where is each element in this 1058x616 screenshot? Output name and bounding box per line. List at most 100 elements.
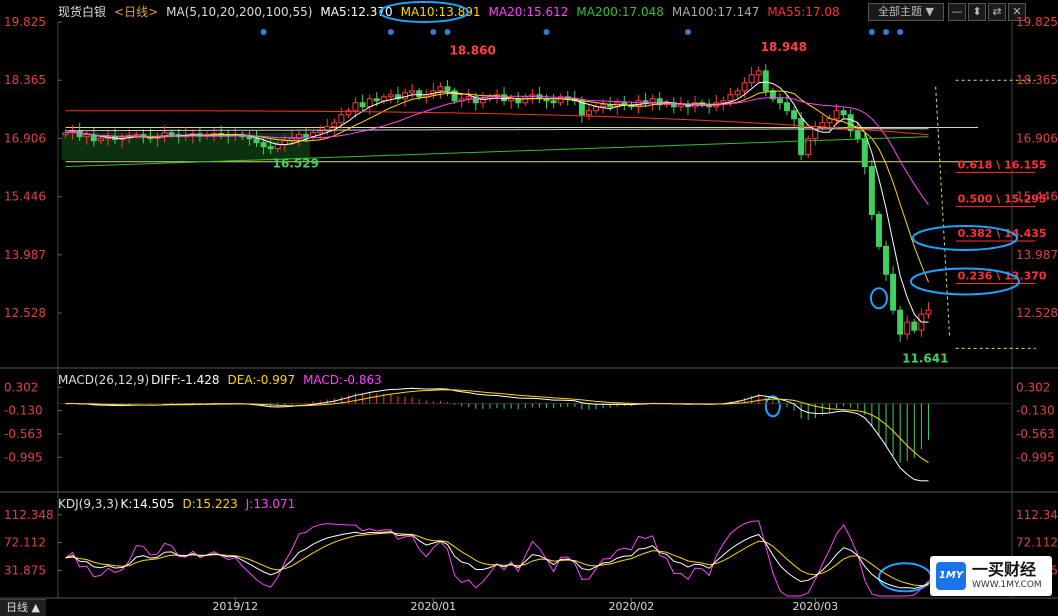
kdj-tick-label-left: 112.348 xyxy=(4,508,54,522)
watermark-logo: 1MY xyxy=(936,562,966,590)
fib-level-label: 0.618 \ 16.155 xyxy=(958,158,1047,171)
candle-body xyxy=(331,122,338,128)
candle-body xyxy=(607,104,614,108)
candle-body xyxy=(387,94,394,98)
candle-body xyxy=(522,96,529,104)
candle-body xyxy=(437,86,444,92)
candle-body xyxy=(677,104,684,108)
price-tick-label-left: 18.365 xyxy=(4,73,46,87)
candle-body xyxy=(875,213,882,247)
kdj-tick-label-right: 112.348 xyxy=(1016,508,1058,522)
candle-body xyxy=(274,144,281,150)
candle-body xyxy=(338,114,345,124)
candle-body xyxy=(465,96,472,100)
callout-candle xyxy=(869,287,888,310)
watermark-url: WWW.1MY.COM xyxy=(972,580,1042,590)
candle-body xyxy=(741,82,748,92)
price-tick-label-right: 19.825 xyxy=(1016,15,1058,29)
macd-tick-label-right: -0.563 xyxy=(1016,427,1055,441)
macd-tick-label-right: -0.130 xyxy=(1016,404,1055,418)
candle-body xyxy=(267,146,274,150)
x-tick-label: 2019/12 xyxy=(212,600,258,613)
candle-body xyxy=(508,98,515,102)
candle-body xyxy=(861,138,868,168)
signal-dot xyxy=(444,29,451,35)
candle-body xyxy=(925,309,932,315)
macd-dea-line xyxy=(65,389,929,464)
price-annotation: 18.860 xyxy=(449,43,495,57)
candle-body xyxy=(720,100,727,104)
candle-body xyxy=(784,102,790,112)
x-tick-label: 2020/01 xyxy=(410,600,456,613)
watermark: 1MY 一买财经 WWW.1MY.COM xyxy=(930,556,1052,596)
price-annotation: 16.529 xyxy=(273,156,319,170)
candle-body xyxy=(890,273,897,311)
candle-body xyxy=(373,98,380,102)
price-tick-label-left: 19.825 xyxy=(4,15,46,29)
signal-dot xyxy=(883,29,890,35)
candle-body xyxy=(62,132,69,136)
candle-body xyxy=(897,309,904,335)
period-tab[interactable]: 日线 ▲ xyxy=(0,599,46,616)
price-tick-label-left: 15.446 xyxy=(4,190,46,204)
candle-body xyxy=(352,102,359,112)
price-tick-label-right: 16.906 xyxy=(1016,131,1058,145)
signal-dot xyxy=(868,29,875,35)
candle-body xyxy=(868,166,875,215)
candle-body xyxy=(416,90,423,98)
candle-body xyxy=(593,106,599,112)
candle-body xyxy=(854,130,861,140)
candle-body xyxy=(409,90,416,94)
period-tab-label: 日线 xyxy=(6,601,28,614)
macd-tick-label-left: -0.563 xyxy=(4,427,43,441)
price-annotation: 11.641 xyxy=(902,351,948,365)
candle-body xyxy=(762,70,769,92)
price-tick-label-left: 12.528 xyxy=(4,306,46,320)
candle-body xyxy=(911,321,918,331)
candle-body xyxy=(840,110,847,116)
ma5-line xyxy=(65,81,929,323)
price-annotation: 18.948 xyxy=(761,40,807,54)
candle-body xyxy=(649,98,656,104)
x-tick-label: 2020/03 xyxy=(792,600,838,613)
fib-diagonal xyxy=(935,86,951,339)
kdj-tick-label-left: 72.112 xyxy=(4,536,46,550)
signal-dot xyxy=(430,29,437,35)
candle-body xyxy=(727,94,734,102)
candle-body xyxy=(246,136,253,140)
signal-dot xyxy=(543,29,550,35)
candle-body xyxy=(444,86,451,92)
signal-dot xyxy=(387,29,394,35)
price-tick-label-right: 13.987 xyxy=(1016,248,1058,262)
candle-body xyxy=(833,110,840,120)
kdj-j-line xyxy=(65,520,929,597)
chart-canvas[interactable]: 19.825 19.82518.365 18.36516.906 16.90615.4… xyxy=(0,0,1058,616)
fib-level-label: 0.500 \ 15.295 xyxy=(958,193,1047,206)
candle-body xyxy=(883,245,889,275)
macd-tick-label-left: 0.302 xyxy=(4,380,38,394)
candle-body xyxy=(734,90,741,96)
candle-body xyxy=(791,110,798,120)
candle-body xyxy=(550,100,557,104)
candle-body xyxy=(303,134,309,138)
candle-body xyxy=(83,134,90,138)
candle-body xyxy=(798,118,805,156)
kdj-d-line xyxy=(65,532,929,587)
price-tick-label-left: 13.987 xyxy=(4,248,46,262)
callout-ma10 xyxy=(379,1,469,23)
candle-body xyxy=(380,96,387,102)
macd-tick-label-left: -0.995 xyxy=(4,450,43,464)
price-tick-label-left: 16.906 xyxy=(4,131,46,145)
signal-dot xyxy=(260,29,267,35)
candle-body xyxy=(133,134,140,137)
macd-tick-label-left: -0.130 xyxy=(4,404,43,418)
candle-body xyxy=(501,94,508,102)
candle-body xyxy=(819,122,826,128)
x-tick-label: 2020/02 xyxy=(609,600,655,613)
candle-body xyxy=(97,138,104,142)
candle-body xyxy=(168,132,175,136)
candle-body xyxy=(359,102,366,108)
kdj-tick-label-right: 72.112 xyxy=(1016,536,1058,550)
signal-dot xyxy=(684,29,691,35)
price-tick-label-right: 12.528 xyxy=(1016,306,1058,320)
